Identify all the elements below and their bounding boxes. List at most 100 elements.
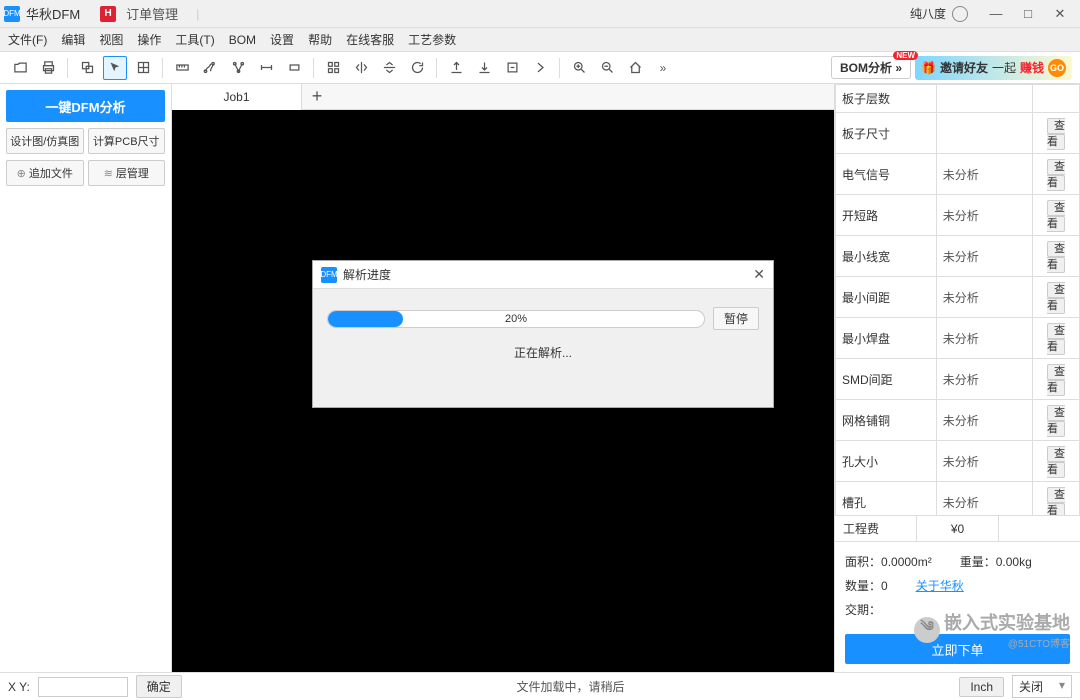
prop-value: 未分析 bbox=[936, 154, 1032, 195]
menu-bom[interactable]: BOM bbox=[229, 33, 256, 47]
tab-bar: Job1 + bbox=[172, 84, 834, 110]
minimize-button[interactable]: — bbox=[980, 0, 1012, 28]
grid-icon[interactable] bbox=[131, 56, 155, 80]
prop-key: SMD间距 bbox=[836, 359, 937, 400]
close-button[interactable]: ✕ bbox=[1044, 0, 1076, 28]
print-icon[interactable] bbox=[36, 56, 60, 80]
cost-row: 工程费 ¥0 bbox=[835, 516, 1080, 542]
promo-banner[interactable]: 🎁 邀请好友 一起 赚钱 GO bbox=[915, 56, 1072, 80]
menu-tools[interactable]: 工具(T) bbox=[175, 31, 214, 48]
prop-row: 板子层数 bbox=[836, 85, 1080, 113]
prop-value: 未分析 bbox=[936, 441, 1032, 482]
weight-value: 0.00kg bbox=[996, 555, 1032, 569]
view-button[interactable]: 查看 bbox=[1047, 118, 1065, 150]
route-icon[interactable] bbox=[198, 56, 222, 80]
toolbar: » BOM分析 » NEW 🎁 邀请好友 一起 赚钱 GO bbox=[0, 52, 1080, 84]
open-icon[interactable] bbox=[8, 56, 32, 80]
prop-key: 网格铺铜 bbox=[836, 400, 937, 441]
pause-button[interactable]: 暂停 bbox=[713, 307, 759, 330]
menu-support[interactable]: 在线客服 bbox=[346, 31, 394, 48]
prop-key: 最小线宽 bbox=[836, 236, 937, 277]
cost-value: ¥0 bbox=[917, 516, 999, 541]
layer-icon[interactable] bbox=[75, 56, 99, 80]
flip-v-icon[interactable] bbox=[377, 56, 401, 80]
unit-button[interactable]: Inch bbox=[959, 677, 1004, 697]
dim-icon[interactable] bbox=[254, 56, 278, 80]
view-button[interactable]: 查看 bbox=[1047, 405, 1065, 437]
select-icon[interactable] bbox=[103, 56, 127, 80]
view-button[interactable]: 查看 bbox=[1047, 282, 1065, 314]
prop-value: 未分析 bbox=[936, 482, 1032, 517]
prop-value bbox=[936, 85, 1032, 113]
view-button[interactable]: 查看 bbox=[1047, 364, 1065, 396]
net-icon[interactable] bbox=[226, 56, 250, 80]
prop-key: 电气信号 bbox=[836, 154, 937, 195]
delivery-label: 交期： bbox=[845, 598, 881, 622]
maximize-button[interactable]: □ bbox=[1012, 0, 1044, 28]
go-icon: GO bbox=[1048, 59, 1066, 77]
design-sim-button[interactable]: 设计图/仿真图 bbox=[6, 128, 84, 154]
view-button[interactable]: 查看 bbox=[1047, 200, 1065, 232]
flip-h-icon[interactable] bbox=[349, 56, 373, 80]
rotate-icon[interactable] bbox=[405, 56, 429, 80]
menu-help[interactable]: 帮助 bbox=[308, 31, 332, 48]
xy-label: X Y: bbox=[8, 680, 30, 694]
bom-analysis-button[interactable]: BOM分析 » NEW bbox=[831, 56, 911, 79]
prop-row: 最小焊盘未分析查看 bbox=[836, 318, 1080, 359]
dialog-icon: DFM bbox=[321, 267, 337, 283]
view-button[interactable]: 查看 bbox=[1047, 446, 1065, 478]
prop-row: 孔大小未分析查看 bbox=[836, 441, 1080, 482]
zoom-select[interactable]: 关闭 ▾ bbox=[1012, 675, 1072, 698]
view-button[interactable]: 查看 bbox=[1047, 241, 1065, 273]
more-icon[interactable]: » bbox=[651, 56, 675, 80]
user-cluster[interactable]: 纯八度 bbox=[910, 5, 968, 22]
download-icon[interactable] bbox=[472, 56, 496, 80]
secondary-title[interactable]: 订单管理 bbox=[126, 4, 178, 23]
about-link[interactable]: 关于华秋 bbox=[916, 574, 964, 598]
rect-icon[interactable] bbox=[282, 56, 306, 80]
prop-key: 孔大小 bbox=[836, 441, 937, 482]
tab-job1[interactable]: Job1 bbox=[172, 84, 302, 110]
align-icon[interactable] bbox=[321, 56, 345, 80]
area-value: 0.0000m² bbox=[881, 555, 932, 569]
confirm-button[interactable]: 确定 bbox=[136, 675, 182, 698]
menu-file[interactable]: 文件(F) bbox=[8, 31, 47, 48]
prop-row: 电气信号未分析查看 bbox=[836, 154, 1080, 195]
prop-value: 未分析 bbox=[936, 359, 1032, 400]
add-file-button[interactable]: ⊕追加文件 bbox=[6, 160, 84, 186]
prop-key: 最小间距 bbox=[836, 277, 937, 318]
qty-value: 0 bbox=[881, 579, 888, 593]
home-icon[interactable] bbox=[623, 56, 647, 80]
prop-value: 未分析 bbox=[936, 400, 1032, 441]
dfm-analysis-button[interactable]: 一键DFM分析 bbox=[6, 90, 165, 122]
expand-icon[interactable] bbox=[500, 56, 524, 80]
right-panel: 板子层数板子尺寸查看电气信号未分析查看开短路未分析查看最小线宽未分析查看最小间距… bbox=[834, 84, 1080, 672]
app-icon: DFM bbox=[4, 6, 20, 22]
prop-row: 最小间距未分析查看 bbox=[836, 277, 1080, 318]
upload-icon[interactable] bbox=[444, 56, 468, 80]
menu-edit[interactable]: 编辑 bbox=[61, 31, 85, 48]
view-button[interactable]: 查看 bbox=[1047, 323, 1065, 355]
calc-pcb-button[interactable]: 计算PCB尺寸 bbox=[88, 128, 166, 154]
view-button[interactable]: 查看 bbox=[1047, 159, 1065, 191]
tab-add-button[interactable]: + bbox=[302, 86, 332, 107]
prop-key: 开短路 bbox=[836, 195, 937, 236]
properties-table: 板子层数板子尺寸查看电气信号未分析查看开短路未分析查看最小线宽未分析查看最小间距… bbox=[835, 84, 1080, 516]
prop-key: 槽孔 bbox=[836, 482, 937, 517]
menu-operate[interactable]: 操作 bbox=[137, 31, 161, 48]
menu-view[interactable]: 视图 bbox=[99, 31, 123, 48]
view-button[interactable]: 查看 bbox=[1047, 487, 1065, 516]
statusbar: X Y: 确定 文件加载中，请稍后 Inch 关闭 ▾ bbox=[0, 672, 1080, 700]
xy-input[interactable] bbox=[38, 677, 128, 697]
measure-icon[interactable] bbox=[170, 56, 194, 80]
zoom-out-icon[interactable] bbox=[595, 56, 619, 80]
menu-process[interactable]: 工艺参数 bbox=[408, 31, 456, 48]
next-icon[interactable] bbox=[528, 56, 552, 80]
menu-settings[interactable]: 设置 bbox=[270, 31, 294, 48]
prop-key: 板子层数 bbox=[836, 85, 937, 113]
dialog-close-button[interactable]: ✕ bbox=[753, 266, 765, 283]
prop-row: 板子尺寸查看 bbox=[836, 113, 1080, 154]
watermark: ༄ 嵌入式实验基地 @51CTO博客 bbox=[914, 609, 1070, 650]
zoom-in-icon[interactable] bbox=[567, 56, 591, 80]
layer-manage-button[interactable]: ≋层管理 bbox=[88, 160, 166, 186]
